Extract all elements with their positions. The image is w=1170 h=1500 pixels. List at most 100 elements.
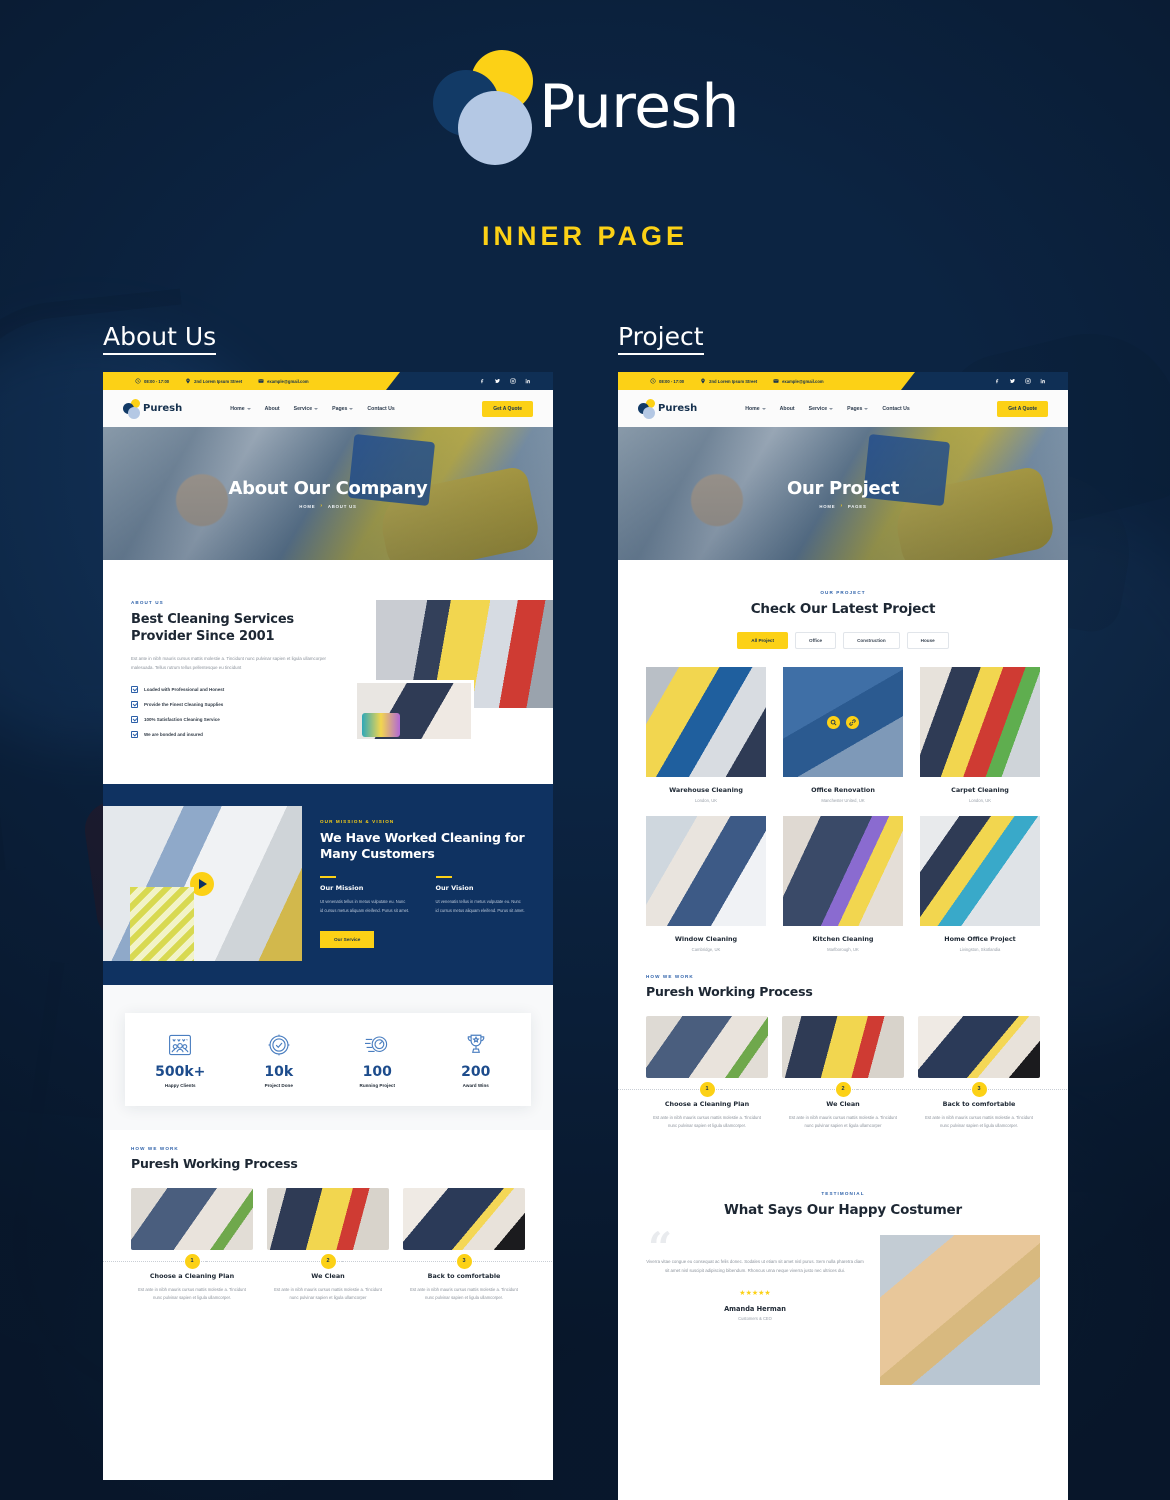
project-card[interactable]: Window Cleaning Cambridge, UK — [646, 816, 766, 952]
check-icon — [131, 715, 138, 723]
nav-item-contact[interactable]: Contact Us — [367, 406, 394, 412]
main-nav: Home About Service Pages Contact Us — [745, 406, 910, 412]
nav-item-service[interactable]: Service — [294, 406, 319, 412]
project-location: Marlborough, UK — [827, 947, 859, 953]
instagram-icon[interactable] — [510, 378, 516, 384]
nav-logo-text: Puresh — [658, 403, 698, 414]
nav-item-about[interactable]: About — [265, 406, 280, 412]
play-button-icon[interactable] — [190, 871, 214, 896]
breadcrumb: HOME › PAGES — [819, 503, 866, 509]
about-heading: Best Cleaning Services Provider Since 20… — [131, 612, 294, 644]
breadcrumb-home[interactable]: HOME — [819, 504, 835, 509]
filter-house[interactable]: House — [906, 632, 949, 650]
stat-number: 10k — [264, 1064, 294, 1080]
mission-text: Ut venenatis tellus in metus vulputate e… — [320, 899, 410, 913]
mission-title: Our Mission — [320, 884, 364, 893]
nav-item-service[interactable]: Service — [809, 406, 834, 412]
chevron-down-icon — [349, 407, 354, 410]
facebook-icon[interactable] — [479, 378, 485, 384]
search-icon[interactable] — [827, 715, 840, 729]
twitter-icon[interactable] — [494, 378, 501, 384]
nav-item-home[interactable]: Home — [230, 406, 251, 412]
process-steps: 1 Choose a Cleaning Plan Est ante in nib… — [618, 1016, 1068, 1130]
project-thumbnail — [783, 667, 903, 778]
topbar: 08:00 - 17:00 2nd Lorem Ipsum Street exa… — [618, 372, 1068, 390]
brand-header: Puresh INNER PAGE — [0, 0, 1170, 252]
topbar-contact-strip: 08:00 - 17:00 2nd Lorem Ipsum Street exa… — [618, 372, 915, 390]
project-title: Warehouse Cleaning — [669, 786, 743, 795]
step-text: Est ante in nibh mauris cursus mattis mo… — [925, 1115, 1033, 1129]
chevron-down-icon — [761, 407, 766, 410]
chevron-down-icon — [246, 407, 251, 410]
nav-item-contact[interactable]: Contact Us — [882, 406, 909, 412]
step-title: Back to comfortable — [942, 1100, 1016, 1109]
stat-running-project: 100 Running Project — [328, 1031, 427, 1088]
breadcrumb-home[interactable]: HOME — [299, 504, 315, 509]
testimonial-header: TESTIMONIAL What Says Our Happy Costumer — [618, 1165, 1068, 1219]
project-page-mockup: 08:00 - 17:00 2nd Lorem Ipsum Street exa… — [618, 372, 1068, 1500]
get-a-quote-button[interactable]: Get A Quote — [482, 400, 533, 417]
linkedin-icon[interactable] — [1040, 378, 1046, 384]
instagram-icon[interactable] — [1025, 378, 1031, 384]
step-text: Est ante in nibh mauris cursus mattis mo… — [789, 1115, 897, 1129]
project-card[interactable]: Warehouse Cleaning London, UK — [646, 667, 766, 803]
project-card[interactable]: Carpet Cleaning London, UK — [920, 667, 1040, 803]
social-links[interactable] — [994, 372, 1046, 390]
filter-construction[interactable]: Construction — [843, 632, 900, 650]
puresh-logo-icon — [431, 48, 535, 166]
stats-card: 500k+ Happy Clients 10k Project Done 100… — [125, 1013, 531, 1106]
step-title: We Clean — [311, 1272, 345, 1280]
mission-heading: We Have Worked Cleaning for Many Custome… — [320, 830, 525, 862]
twitter-icon[interactable] — [1009, 378, 1016, 384]
step-title: We Clean — [826, 1100, 860, 1109]
process-step: 3 Back to comfortable Est ante in nibh m… — [342, 1188, 553, 1302]
about-image-collage — [354, 600, 553, 750]
topbar-contact-strip: 08:00 - 17:00 2nd Lorem Ipsum Street exa… — [103, 372, 400, 390]
mission-vision-section: OUR MISSION & VISION We Have Worked Clea… — [103, 784, 553, 985]
step-number: 3 — [456, 1253, 472, 1269]
trophy-icon — [427, 1031, 526, 1059]
process-step: 3 Back to comfortable Est ante in nibh m… — [857, 1016, 1068, 1130]
breadcrumb: HOME › ABOUT US — [299, 503, 356, 509]
about-feature-list: Loaded with Professional and Honest Prov… — [131, 685, 340, 738]
breadcrumb-current: ABOUT US — [327, 503, 357, 509]
chevron-right-icon: › — [320, 503, 323, 509]
nav-logo[interactable]: Puresh — [123, 399, 182, 419]
facebook-icon[interactable] — [994, 378, 1000, 384]
chevron-down-icon — [829, 407, 834, 410]
filter-office[interactable]: Office — [795, 632, 837, 650]
linkedin-icon[interactable] — [525, 378, 531, 384]
projects-header: OUR PROJECT Check Our Latest Project All… — [618, 560, 1068, 650]
nav-item-home[interactable]: Home — [745, 406, 766, 412]
nav-item-pages[interactable]: Pages — [332, 406, 354, 412]
hero-title: About Our Company — [228, 478, 428, 499]
navbar: Puresh Home About Service Pages Contact … — [618, 390, 1068, 427]
project-card[interactable]: Home Office Project Livingston, Skotland… — [920, 816, 1040, 952]
navbar: Puresh Home About Service Pages Contact … — [103, 390, 553, 427]
filter-all-project[interactable]: All Project — [737, 632, 789, 650]
nav-item-pages[interactable]: Pages — [847, 406, 869, 412]
get-a-quote-button[interactable]: Get A Quote — [997, 400, 1048, 417]
step-number: 1 — [699, 1081, 715, 1097]
nav-logo[interactable]: Puresh — [638, 399, 698, 419]
nav-item-about[interactable]: About — [780, 406, 795, 412]
step-title: Choose a Cleaning Plan — [149, 1272, 235, 1280]
social-links[interactable] — [479, 372, 531, 390]
our-service-button[interactable]: Our Service — [320, 930, 375, 948]
accent-bar — [320, 876, 336, 879]
link-icon[interactable] — [846, 715, 859, 729]
process-step: 2 We Clean Est ante in nibh mauris cursu… — [721, 1016, 965, 1130]
project-card[interactable]: Kitchen Cleaning Marlborough, UK — [783, 816, 903, 952]
speed-icon — [328, 1031, 427, 1059]
step-title: Choose a Cleaning Plan — [664, 1100, 750, 1109]
project-card[interactable]: Office Renovation Manchester United, UK — [783, 667, 903, 803]
project-thumbnail — [646, 816, 766, 927]
check-badge-icon — [230, 1031, 329, 1059]
process-heading: Puresh Working Process — [131, 1156, 298, 1171]
process-step: 2 We Clean Est ante in nibh mauris cursu… — [206, 1188, 450, 1302]
step-number: 2 — [320, 1253, 336, 1269]
breadcrumb-current: PAGES — [847, 503, 867, 509]
step-text: Est ante in nibh mauris cursus mattis mo… — [410, 1287, 518, 1301]
project-filters: All Project Office Construction House — [646, 632, 1040, 650]
step-photo — [646, 1016, 768, 1079]
